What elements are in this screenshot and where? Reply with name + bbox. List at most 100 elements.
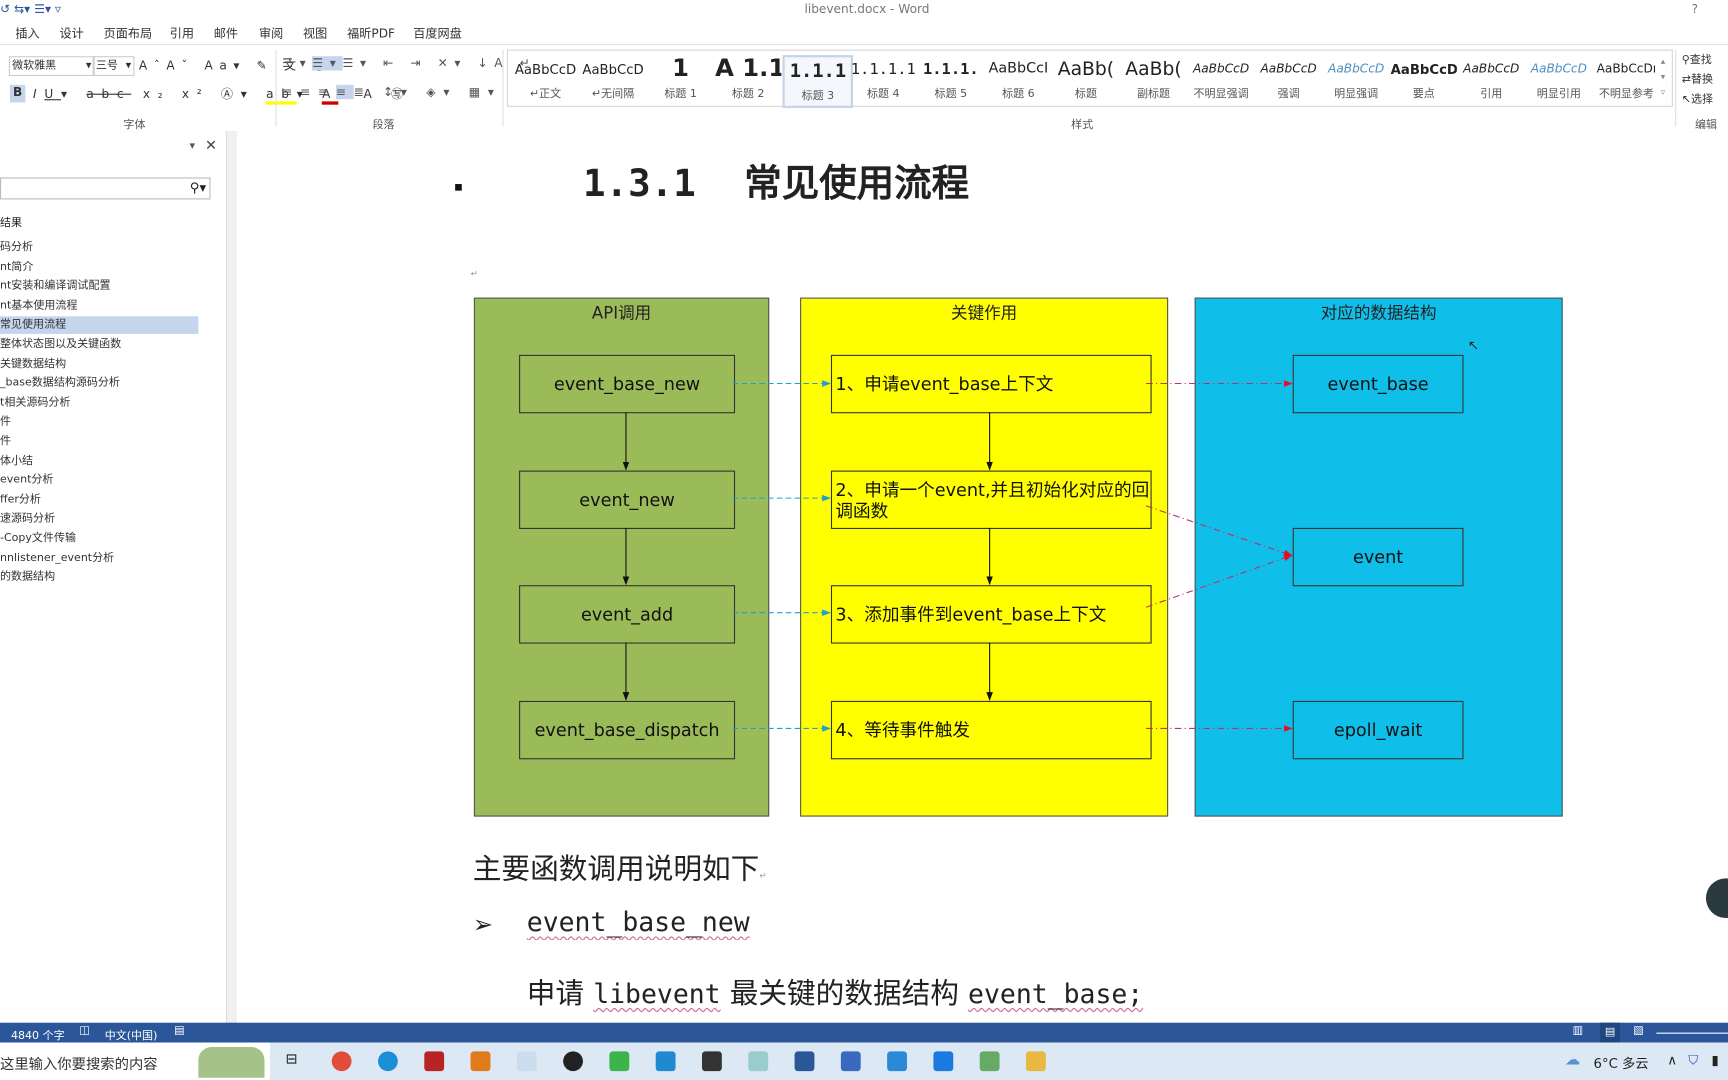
macro-icon[interactable]: ▤ [174,1025,184,1037]
nav-search-input[interactable]: ⚲▾ [0,177,211,200]
nav-heading-item[interactable]: nnlistener_event分析 [0,549,198,567]
style-preview: AaBbCcD [1192,61,1250,77]
style-4[interactable]: 1.1.1 标题 3 [782,55,854,108]
style-2[interactable]: 1 标题 1 [648,55,714,103]
style-9[interactable]: AaBb(副标题 [1120,55,1186,103]
nav-heading-item[interactable]: 的数据结构 [0,569,198,587]
obs-icon[interactable] [563,1051,583,1072]
search-tool-icon[interactable] [470,1051,491,1072]
nav-heading-item[interactable]: 码分析 [0,239,198,257]
security-icon[interactable]: ⛉ [1688,1052,1698,1069]
style-5[interactable]: 1.1.1.1 标题 4 [850,55,916,103]
vscode-icon[interactable] [887,1051,907,1072]
print-layout-icon[interactable]: ▤ [1600,1022,1620,1043]
replace-button[interactable]: ⇄替换 [1682,69,1713,86]
word-count[interactable]: 4840 个字 [11,1026,65,1042]
nav-heading-item[interactable]: 体小结 [0,452,198,470]
style-12[interactable]: AaBbCcD 明显强调 [1323,55,1389,103]
gallery-scroll[interactable]: ▴ ▾ ▿ [1661,54,1665,100]
style-0[interactable]: AaBbCcD ↵正文 [512,55,578,103]
ribbon-tabs: 插入 设计 页面布局 引用 邮件 审阅 视图 福昕PDF 百度网盘 [0,20,1728,44]
mapping-arrow [1145,554,1293,608]
proofing-icon[interactable]: ◫ [79,1025,89,1037]
app-icon[interactable] [516,1051,537,1072]
style-preview: AaBb( [1057,58,1115,81]
style-11[interactable]: AaBbCcD 强调 [1256,55,1322,103]
find-button[interactable]: ⚲查找 [1682,50,1712,66]
app-icon[interactable] [979,1051,1000,1072]
nav-heading-item[interactable]: 关键数据结构 [0,356,198,374]
edge-icon[interactable] [377,1051,398,1072]
undo-icon[interactable]: ↺ ⇆▾ ☰▾ ▿ [0,2,61,16]
web-layout-icon[interactable]: ▧ [1633,1025,1643,1037]
nav-heading-item[interactable]: event分析 [0,472,198,490]
chrome-icon[interactable] [331,1051,352,1072]
list-buttons[interactable]: ☰▾☰▾☰▾ ⇤ ⇥ ✕▾ ↓A ↵ [282,56,536,71]
nav-heading-item[interactable]: 速源码分析 [0,511,198,529]
read-mode-icon[interactable]: ▥ [1573,1025,1583,1037]
nav-options-icon[interactable]: ▾ [190,140,196,152]
word-icon[interactable] [794,1051,815,1072]
font-size-select[interactable]: 三号 ▾ [92,56,135,77]
style-preview: A 1.1 [715,55,782,83]
pane-splitter[interactable] [227,131,237,1023]
style-7[interactable]: AaBbCcI 标题 6 [985,55,1051,103]
nav-heading-item[interactable]: -Copy文件传输 [0,530,198,548]
app-icon[interactable] [748,1051,769,1072]
nav-heading-item[interactable]: ffer分析 [0,491,198,509]
tray-expand-icon[interactable]: ∧ [1667,1052,1677,1067]
tab-view[interactable]: 视图 [303,24,327,42]
nav-heading-item[interactable]: nt安装和编译调试配置 [0,278,198,296]
taskbar-search-box[interactable]: 这里输入你要搜索的内容 [0,1042,270,1080]
bold-button[interactable]: B [9,84,26,103]
task-view-icon[interactable]: ⊟ [285,1051,297,1068]
style-15[interactable]: AaBbCcD 明显引用 [1526,55,1592,103]
taskbar: 这里输入你要搜索的内容 ⊟ ☁ 6°C 多云 ∧ ⛉ ▮ [0,1042,1728,1080]
font-name-select[interactable]: 微软雅黑 ▾ [8,56,95,77]
file-explorer-icon[interactable] [1025,1051,1046,1072]
tab-design[interactable]: 设计 [60,24,84,42]
style-16[interactable]: AaBbCcDı 不明显参考 [1593,55,1659,103]
nav-heading-item[interactable]: nt基本使用流程 [0,297,198,315]
app-icon[interactable] [840,1051,861,1072]
red-app-icon[interactable] [424,1051,445,1072]
battery-icon[interactable]: ▮ [1711,1052,1718,1067]
nav-heading-item[interactable]: nt简介 [0,259,198,277]
close-icon[interactable]: ✕ [205,138,217,155]
select-button[interactable]: ↖选择 [1682,89,1713,106]
style-14[interactable]: AaBbCcD 引用 [1458,55,1524,103]
style-label: 明显强调 [1334,88,1379,101]
help-icon[interactable]: ? [1692,2,1698,16]
nav-heading-item[interactable]: t相关源码分析 [0,394,198,412]
nav-heading-item[interactable]: 件 [0,414,198,432]
search-icon[interactable]: ⚲▾ [190,180,206,195]
tab-layout[interactable]: 页面布局 [104,24,152,42]
style-8[interactable]: AaBb(标题 [1053,55,1119,103]
style-1[interactable]: AaBbCcD ↵无间隔 [580,55,646,103]
nav-heading-item[interactable]: 整体状态图以及关键函数 [0,336,198,354]
align-buttons[interactable]: ≡≡≡≡≣ ↕▾ ◈▾ ▦▾ [282,84,502,100]
tab-references[interactable]: 引用 [170,24,194,42]
wechat-icon[interactable] [609,1051,630,1072]
tab-baidu-netdisk[interactable]: 百度网盘 [413,24,461,42]
nav-heading-item[interactable]: 件 [0,433,198,451]
tab-insert[interactable]: 插入 [15,24,39,42]
style-10[interactable]: AaBbCcD 不明显强调 [1188,55,1254,103]
terminal-icon[interactable] [701,1051,722,1072]
style-label: 副标题 [1136,88,1171,101]
nav-heading-item[interactable]: _base数据结构源码分析 [0,375,198,393]
style-6[interactable]: 1.1.1. 标题 5 [918,55,984,103]
style-13[interactable]: AaBbCcD 要点 [1391,55,1457,103]
zoom-slider[interactable] [1656,1032,1728,1034]
app-icon[interactable] [655,1051,676,1072]
document-page[interactable]: 1.3.1 常见使用流程 ↵ API调用 event_base_new even… [236,131,1728,1023]
tab-foxit-pdf[interactable]: 福昕PDF [347,24,395,42]
tab-mailings[interactable]: 邮件 [214,24,238,42]
nav-heading-item[interactable]: 常见使用流程 [0,316,199,335]
weather-text[interactable]: 6°C 多云 [1594,1054,1649,1073]
app-icon[interactable] [933,1051,954,1072]
language-indicator[interactable]: 中文(中国) [105,1026,158,1042]
style-3[interactable]: A 1.1 标题 2 [715,55,781,103]
style-preview: AaBbCcD [582,61,644,78]
tab-review[interactable]: 审阅 [259,24,283,42]
